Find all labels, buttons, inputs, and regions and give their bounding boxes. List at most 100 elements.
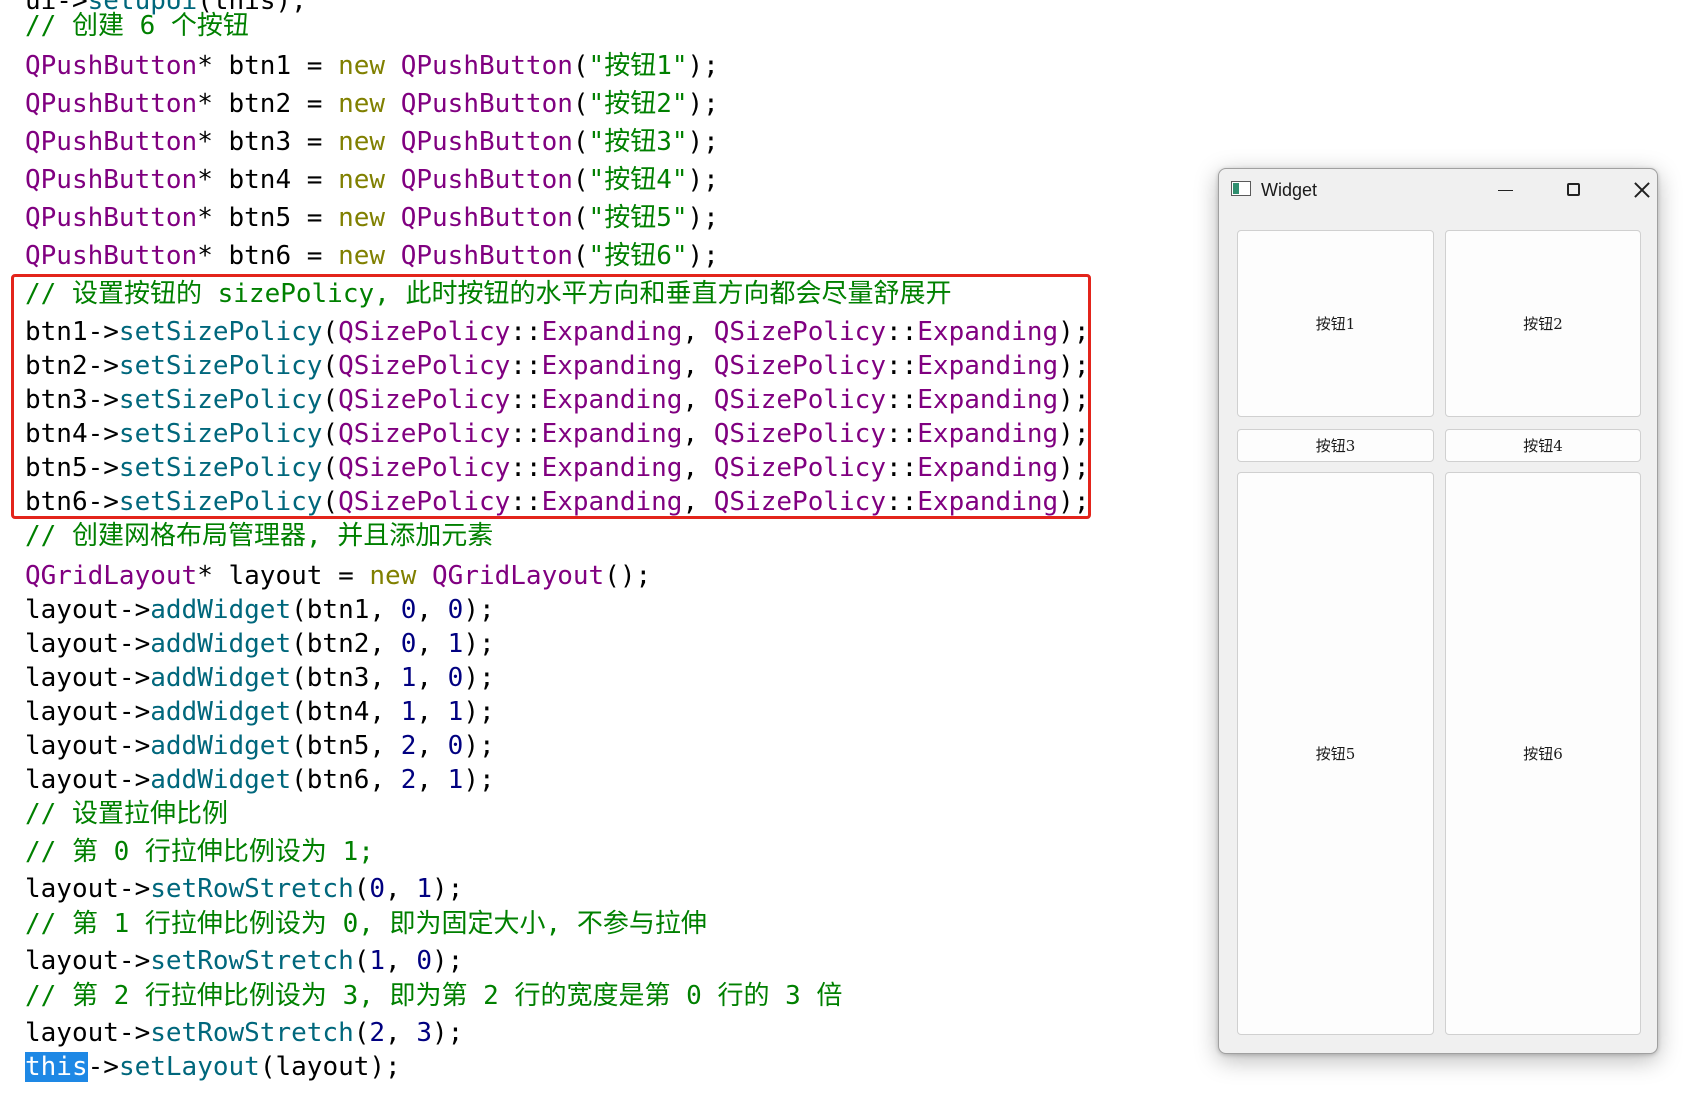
code-line: QPushButton* btn1 = new QPushButton("按钮1… (25, 49, 719, 83)
code-token: addWidget (150, 697, 292, 727)
code-token: btn2-> (25, 351, 119, 381)
code-token: Expanding (917, 317, 1059, 347)
code-token: layout-> (25, 731, 151, 761)
code-token: btn5 = (212, 203, 339, 233)
code-token: QPushButton (25, 203, 198, 233)
code-token: 3 (416, 1018, 433, 1048)
code-line: btn1->setSizePolicy(QSizePolicy::Expandi… (25, 315, 1089, 349)
code-token: ); (687, 203, 719, 233)
code-comment: // 第 1 行拉伸比例设为 0, 即为固定大小, 不参与拉伸 (25, 909, 707, 939)
code-line: QPushButton* btn4 = new QPushButton("按钮4… (25, 163, 719, 197)
code-token: , (416, 697, 448, 727)
code-token: 1 (416, 874, 433, 904)
code-token: layout-> (25, 946, 151, 976)
code-token: btn2 = (212, 89, 339, 119)
code-token: setRowStretch (150, 874, 354, 904)
code-line: QPushButton* btn6 = new QPushButton("按钮6… (25, 239, 719, 273)
code-token: QSizePolicy (713, 453, 886, 483)
code-token: ); (687, 241, 719, 271)
button-1[interactable]: 按钮1 (1237, 230, 1434, 417)
code-token: 0 (400, 595, 417, 625)
code-token: Expanding (541, 419, 683, 449)
code-comment: // 创建 6 个按钮 (25, 11, 249, 41)
code-token: btn3-> (25, 385, 119, 415)
code-comment: // 第 0 行拉伸比例设为 1; (25, 837, 374, 867)
code-token: 0 (369, 874, 386, 904)
code-token: ); (432, 946, 464, 976)
code-token: , (416, 731, 448, 761)
code-editor[interactable]: ui->setupUi(this); // 创建 6 个按钮 QPushButt… (0, 0, 1130, 1110)
code-token: QPushButton (400, 203, 573, 233)
widget-window[interactable]: Widget 按钮1 按钮2 按钮3 按钮4 按钮5 按钮6 (1218, 168, 1658, 1054)
code-token: :: (885, 419, 918, 449)
code-token: "按钮4" (588, 165, 688, 195)
code-token: ); (463, 731, 495, 761)
code-token: layout-> (25, 1018, 151, 1048)
code-token: new (369, 561, 417, 591)
code-token: (btn2, (291, 629, 401, 659)
code-token: 0 (447, 595, 464, 625)
code-token: ( (353, 874, 370, 904)
code-token: QPushButton (25, 89, 198, 119)
code-token: ( (572, 203, 589, 233)
code-token: :: (885, 317, 918, 347)
code-token: setSizePolicy (118, 317, 323, 347)
button-5[interactable]: 按钮5 (1237, 472, 1434, 1035)
code-token: (btn6, (291, 765, 401, 795)
code-line: layout->addWidget(btn6, 2, 1); (25, 763, 495, 797)
button-4[interactable]: 按钮4 (1445, 429, 1641, 462)
code-token: ( (322, 487, 339, 517)
code-token: setRowStretch (150, 946, 354, 976)
code-token: ); (1058, 317, 1090, 347)
code-token: ( (322, 317, 339, 347)
code-token: :: (510, 317, 542, 347)
code-token: * (197, 241, 213, 271)
code-line: QPushButton* btn5 = new QPushButton("按钮5… (25, 201, 719, 235)
code-token: Expanding (541, 453, 683, 483)
code-token: setSizePolicy (118, 453, 323, 483)
code-token: ( (322, 453, 339, 483)
code-token: "按钮1" (588, 51, 688, 81)
code-token: QSizePolicy (713, 487, 886, 517)
code-token: ( (322, 351, 339, 381)
code-token: new (338, 241, 386, 271)
close-icon[interactable] (1620, 175, 1664, 205)
code-token: * (197, 203, 213, 233)
code-line: btn5->setSizePolicy(QSizePolicy::Expandi… (25, 451, 1089, 485)
code-token: btn6 = (212, 241, 339, 271)
code-token: 0 (447, 731, 464, 761)
maximize-icon[interactable] (1552, 175, 1596, 205)
code-token: "按钮5" (588, 203, 688, 233)
code-token: "按钮6" (588, 241, 688, 271)
code-line: btn3->setSizePolicy(QSizePolicy::Expandi… (25, 383, 1089, 417)
code-line: btn2->setSizePolicy(QSizePolicy::Expandi… (25, 349, 1089, 383)
minimize-icon[interactable] (1482, 175, 1526, 205)
code-token: layout-> (25, 697, 151, 727)
selected-text[interactable]: this (25, 1052, 88, 1082)
code-token: ); (463, 663, 495, 693)
code-token: Expanding (917, 351, 1059, 381)
button-6[interactable]: 按钮6 (1445, 472, 1641, 1035)
code-token: QPushButton (400, 51, 573, 81)
code-token: , (682, 317, 714, 347)
code-comment: // 第 2 行拉伸比例设为 3, 即为第 2 行的宽度是第 0 行的 3 倍 (25, 981, 843, 1011)
code-token: ); (687, 165, 719, 195)
code-token: :: (885, 453, 918, 483)
button-3[interactable]: 按钮3 (1237, 429, 1434, 462)
code-token: * (197, 51, 213, 81)
code-token: QPushButton (400, 165, 573, 195)
code-comment: // 创建网格布局管理器, 并且添加元素 (25, 521, 494, 551)
button-2[interactable]: 按钮2 (1445, 230, 1641, 417)
code-token: Expanding (541, 385, 683, 415)
code-token: layout-> (25, 765, 151, 795)
code-token: , (416, 595, 448, 625)
title-bar[interactable]: Widget (1219, 169, 1657, 213)
code-token: setLayout (118, 1052, 260, 1082)
code-token: Expanding (541, 317, 683, 347)
code-token: 1 (400, 663, 417, 693)
code-token: * (197, 89, 213, 119)
